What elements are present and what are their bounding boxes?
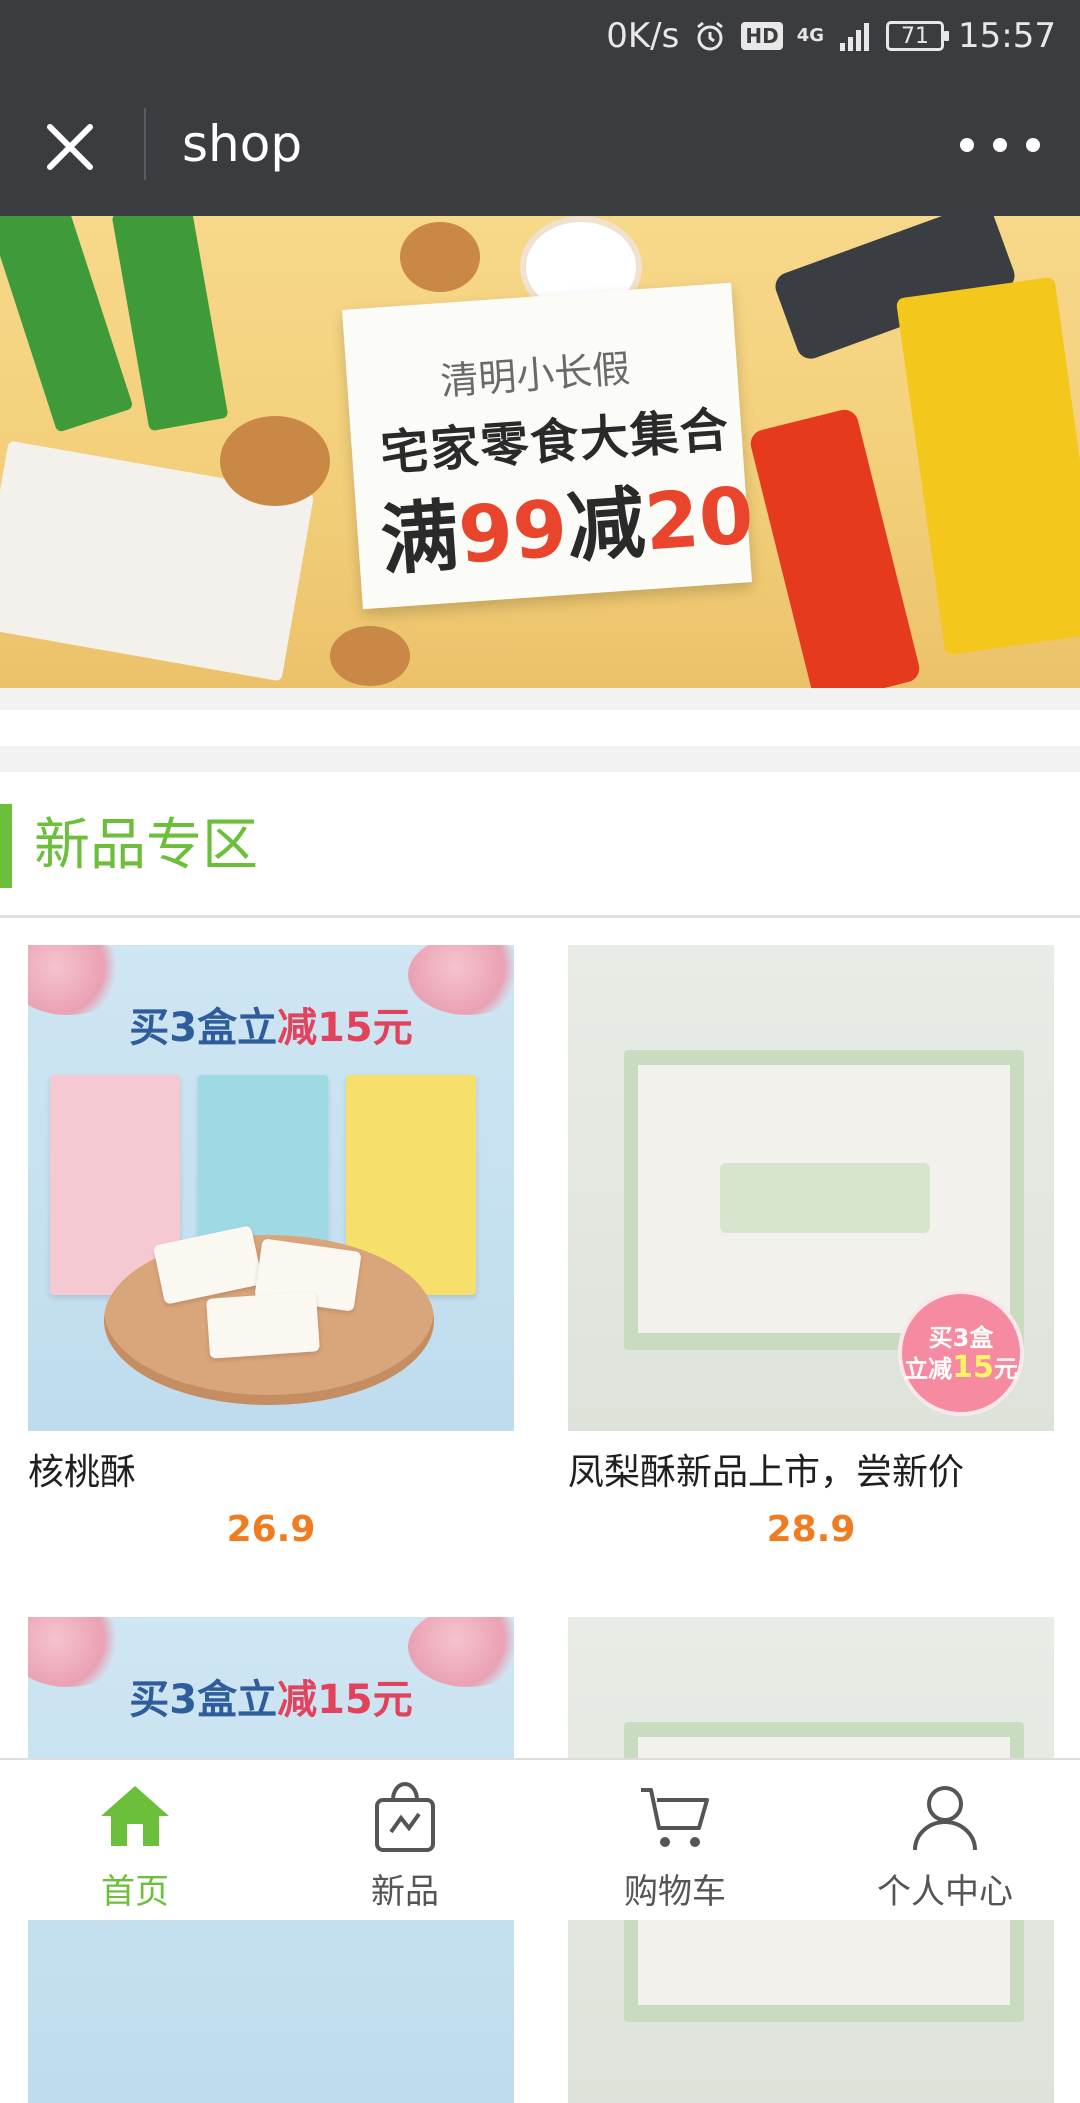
promo-badge: 买3盒 立减15元 [898, 1290, 1024, 1416]
divider-band [0, 688, 1080, 710]
net-speed: 0K/s [606, 16, 680, 56]
status-bar: 0K/s HD 4G 71 15:57 [0, 0, 1080, 72]
section-title: 新品专区 [34, 813, 258, 878]
promo-banner[interactable]: 清明小长假 宅家零食大集合 满99减20 [0, 216, 1080, 688]
cookie-image [220, 416, 330, 506]
product-name[interactable]: 凤梨酥新品上市，尝新价 [568, 1451, 1054, 1495]
badge-line1: 买3盒 [928, 1323, 994, 1352]
badge-unit: 元 [993, 1354, 1018, 1383]
battery-level: 71 [901, 23, 930, 49]
badge-num: 15 [952, 1349, 994, 1385]
snack-pack-image [0, 216, 134, 433]
title-bar: shop [0, 72, 1080, 216]
section-divider [0, 915, 1080, 918]
badge-line2: 立减 [904, 1354, 953, 1383]
hd-icon: HD [741, 22, 783, 50]
gift-box-label [720, 1163, 930, 1233]
promo-mid: 减 [563, 478, 649, 574]
promo-highlight: 减15元 [277, 1005, 413, 1051]
cookie-image [330, 626, 410, 686]
more-icon[interactable] [960, 130, 1040, 160]
promo-highlight: 减15元 [277, 1677, 413, 1723]
promo-prefix: 满 [377, 491, 462, 587]
product-card[interactable]: 买3盒 立减15元 凤梨酥新品上市，尝新价 28.9 [568, 945, 1054, 1550]
bottom-tab-bar: 首页 新品 购物车 个人中心 [0, 1758, 1080, 1920]
tab-label: 首页 [101, 1872, 169, 1912]
section-accent-bar [0, 804, 12, 888]
snack-tube-image [747, 406, 923, 688]
tab-label: 新品 [371, 1872, 439, 1912]
clock: 15:57 [958, 16, 1056, 56]
promo-text: 买3盒立 [129, 1677, 278, 1723]
promo-amount2: 20 [641, 471, 757, 569]
product-promo-text: 买3盒立减15元 [28, 1667, 514, 1725]
user-icon [905, 1776, 985, 1856]
product-image[interactable]: 买3盒立减15元 [28, 945, 514, 1431]
battery-icon: 71 [886, 21, 950, 51]
cookie-image [400, 222, 480, 292]
product-price: 28.9 [766, 1509, 856, 1550]
promo-text: 买3盒立 [129, 1005, 278, 1051]
product-promo-text: 买3盒立减15元 [28, 995, 514, 1053]
section-header: 新品专区 [0, 800, 1080, 888]
product-image[interactable]: 买3盒 立减15元 [568, 945, 1054, 1431]
almond-pack-image [895, 276, 1080, 656]
tab-label: 个人中心 [877, 1872, 1013, 1912]
alarm-icon [693, 19, 727, 53]
tab-new[interactable]: 新品 [270, 1760, 540, 1920]
close-icon[interactable] [40, 117, 100, 177]
tab-home[interactable]: 首页 [0, 1760, 270, 1920]
signal-icon [838, 21, 872, 51]
divider-band [0, 746, 1080, 772]
tab-profile[interactable]: 个人中心 [810, 1760, 1080, 1920]
page-title: shop [182, 115, 303, 173]
tab-label: 购物车 [624, 1872, 726, 1912]
promo-amount1: 99 [455, 484, 571, 582]
network-type: 4G [796, 25, 825, 46]
shopping-bag-icon [365, 1776, 445, 1856]
title-divider [144, 108, 146, 180]
tab-cart[interactable]: 购物车 [540, 1760, 810, 1920]
home-icon [95, 1776, 175, 1856]
product-card[interactable]: 买3盒立减15元 核桃酥 26.9 [28, 945, 514, 1550]
product-name[interactable]: 核桃酥 [28, 1451, 514, 1495]
product-price: 26.9 [226, 1509, 316, 1550]
cart-icon [635, 1776, 715, 1856]
nougat-piece-image [206, 1291, 320, 1359]
